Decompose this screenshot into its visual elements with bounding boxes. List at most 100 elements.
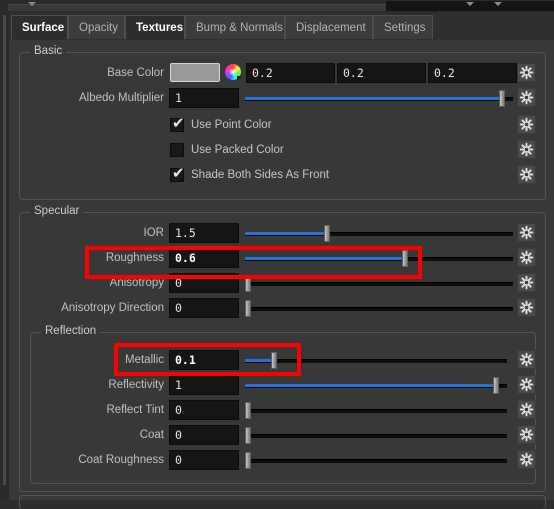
chevron-down-icon[interactable] bbox=[28, 2, 36, 6]
slider-track[interactable] bbox=[245, 307, 513, 311]
base-color-channel-2[interactable]: 0.2 bbox=[428, 63, 517, 83]
tab-settings[interactable]: Settings bbox=[373, 15, 433, 39]
group-title: Specular bbox=[30, 205, 84, 217]
field-label: Coat bbox=[139, 429, 164, 441]
slider-fill bbox=[245, 384, 497, 387]
tab-textures[interactable]: Textures bbox=[125, 15, 185, 39]
field-label: Albedo Multiplier bbox=[78, 92, 164, 104]
slider-fill bbox=[245, 359, 274, 362]
slider-track[interactable] bbox=[245, 282, 513, 286]
scrollbar-thumb[interactable] bbox=[3, 15, 6, 485]
reflect-tint-slider[interactable] bbox=[245, 400, 507, 420]
base-color-swatch[interactable] bbox=[170, 63, 220, 82]
slider-fill bbox=[245, 232, 327, 235]
gear-icon[interactable] bbox=[517, 350, 536, 369]
gear-icon[interactable] bbox=[517, 63, 536, 82]
slider-track[interactable] bbox=[245, 459, 507, 463]
anisotropy-slider[interactable] bbox=[245, 273, 513, 293]
color-wheel-center bbox=[229, 68, 237, 76]
slider-fill bbox=[245, 97, 503, 100]
base-color-channel-1[interactable]: 0.2 bbox=[337, 63, 426, 83]
anisotropy-direction-field[interactable]: 0 bbox=[169, 298, 239, 318]
coat-slider[interactable] bbox=[245, 425, 507, 445]
checkbox-label: Use Packed Color bbox=[191, 144, 284, 156]
field-label: Anisotropy Direction bbox=[61, 302, 164, 314]
color-wheel-icon[interactable] bbox=[225, 64, 242, 81]
gear-icon[interactable] bbox=[517, 425, 536, 444]
slider-handle[interactable] bbox=[245, 427, 251, 444]
tab-opacity[interactable]: Opacity bbox=[68, 15, 125, 39]
field-label: Anisotropy bbox=[109, 277, 164, 289]
ior-slider[interactable] bbox=[245, 223, 513, 243]
chevron-down-icon[interactable] bbox=[494, 2, 502, 6]
ior-field[interactable]: 1.5 bbox=[169, 223, 239, 243]
gear-icon[interactable] bbox=[517, 165, 536, 184]
coat-field[interactable]: 0 bbox=[169, 425, 239, 445]
slider-track[interactable] bbox=[245, 434, 507, 438]
checkbox-use-packed-color[interactable] bbox=[170, 143, 184, 157]
coat-roughness-field[interactable]: 0 bbox=[169, 450, 239, 470]
metallic-slider[interactable] bbox=[245, 350, 507, 370]
gear-icon[interactable] bbox=[517, 115, 536, 134]
slider-handle[interactable] bbox=[270, 352, 277, 369]
top-partial-strip bbox=[0, 0, 554, 13]
reflect-tint-field[interactable]: 0 bbox=[169, 400, 239, 420]
slider-handle[interactable] bbox=[245, 275, 251, 292]
coat-roughness-slider[interactable] bbox=[245, 450, 507, 470]
field-label: Reflect Tint bbox=[106, 404, 164, 416]
group-title: Reflection bbox=[41, 325, 101, 337]
slider-track[interactable] bbox=[245, 359, 507, 363]
gear-icon[interactable] bbox=[517, 298, 536, 317]
group-partial-bottom bbox=[19, 495, 546, 509]
chevron-down-icon[interactable] bbox=[466, 2, 474, 6]
checkbox-shade-both-sides-as-front[interactable]: ✔ bbox=[170, 164, 185, 182]
field-label: Metallic bbox=[125, 354, 164, 366]
gear-icon[interactable] bbox=[517, 450, 536, 469]
panel-body: Basic Specular Reflection Base Color 0.2 0.2 0… bbox=[9, 40, 554, 509]
slider-track[interactable] bbox=[245, 409, 507, 413]
tab-bar: Surface Opacity Textures Bump & Normals Disp… bbox=[9, 13, 554, 41]
albedo-multiplier-field[interactable]: 1 bbox=[169, 88, 239, 108]
gear-icon[interactable] bbox=[517, 273, 536, 292]
gear-icon[interactable] bbox=[517, 375, 536, 394]
check-icon: ✔ bbox=[172, 164, 185, 182]
group-title: Basic bbox=[30, 45, 67, 57]
anisotropy-direction-slider[interactable] bbox=[245, 298, 513, 318]
slider-fill bbox=[245, 257, 406, 260]
slider-handle[interactable] bbox=[245, 300, 251, 317]
reflectivity-slider[interactable] bbox=[245, 375, 507, 395]
field-label: Reflectivity bbox=[108, 379, 164, 391]
albedo-multiplier-slider[interactable] bbox=[245, 88, 513, 108]
base-color-channel-0[interactable]: 0.2 bbox=[246, 63, 335, 83]
tab-surface[interactable]: Surface bbox=[11, 15, 68, 39]
anisotropy-field[interactable]: 0 bbox=[169, 273, 239, 293]
field-label: IOR bbox=[143, 227, 164, 239]
slider-handle[interactable] bbox=[402, 250, 409, 267]
field-label: Base Color bbox=[107, 67, 164, 79]
roughness-slider[interactable] bbox=[245, 248, 513, 268]
slider-handle[interactable] bbox=[245, 452, 251, 469]
gear-icon[interactable] bbox=[517, 248, 536, 267]
gear-icon[interactable] bbox=[517, 140, 536, 159]
color-wheel-arrow[interactable] bbox=[237, 76, 242, 81]
field-label: Roughness bbox=[105, 252, 164, 264]
check-icon: ✔ bbox=[172, 114, 185, 132]
checkbox-label: Shade Both Sides As Front bbox=[191, 169, 330, 181]
top-strip-bar bbox=[8, 4, 386, 11]
gear-icon[interactable] bbox=[517, 400, 536, 419]
slider-handle[interactable] bbox=[493, 377, 500, 394]
field-label: Coat Roughness bbox=[78, 454, 164, 466]
roughness-field[interactable]: 0.6 bbox=[169, 248, 239, 268]
checkbox-use-point-color[interactable]: ✔ bbox=[170, 114, 185, 132]
metallic-field[interactable]: 0.1 bbox=[169, 350, 239, 370]
vertical-scrollbar[interactable] bbox=[0, 13, 9, 500]
gear-icon[interactable] bbox=[517, 223, 536, 242]
material-properties-panel: Surface Opacity Textures Bump & Normals Disp… bbox=[0, 0, 554, 509]
slider-handle[interactable] bbox=[323, 225, 330, 242]
gear-icon[interactable] bbox=[517, 88, 536, 107]
tab-displacement[interactable]: Displacement bbox=[285, 15, 373, 39]
reflectivity-field[interactable]: 1 bbox=[169, 375, 239, 395]
tab-bump-normals[interactable]: Bump & Normals bbox=[185, 15, 285, 39]
slider-handle[interactable] bbox=[245, 402, 251, 419]
slider-handle[interactable] bbox=[499, 90, 506, 107]
